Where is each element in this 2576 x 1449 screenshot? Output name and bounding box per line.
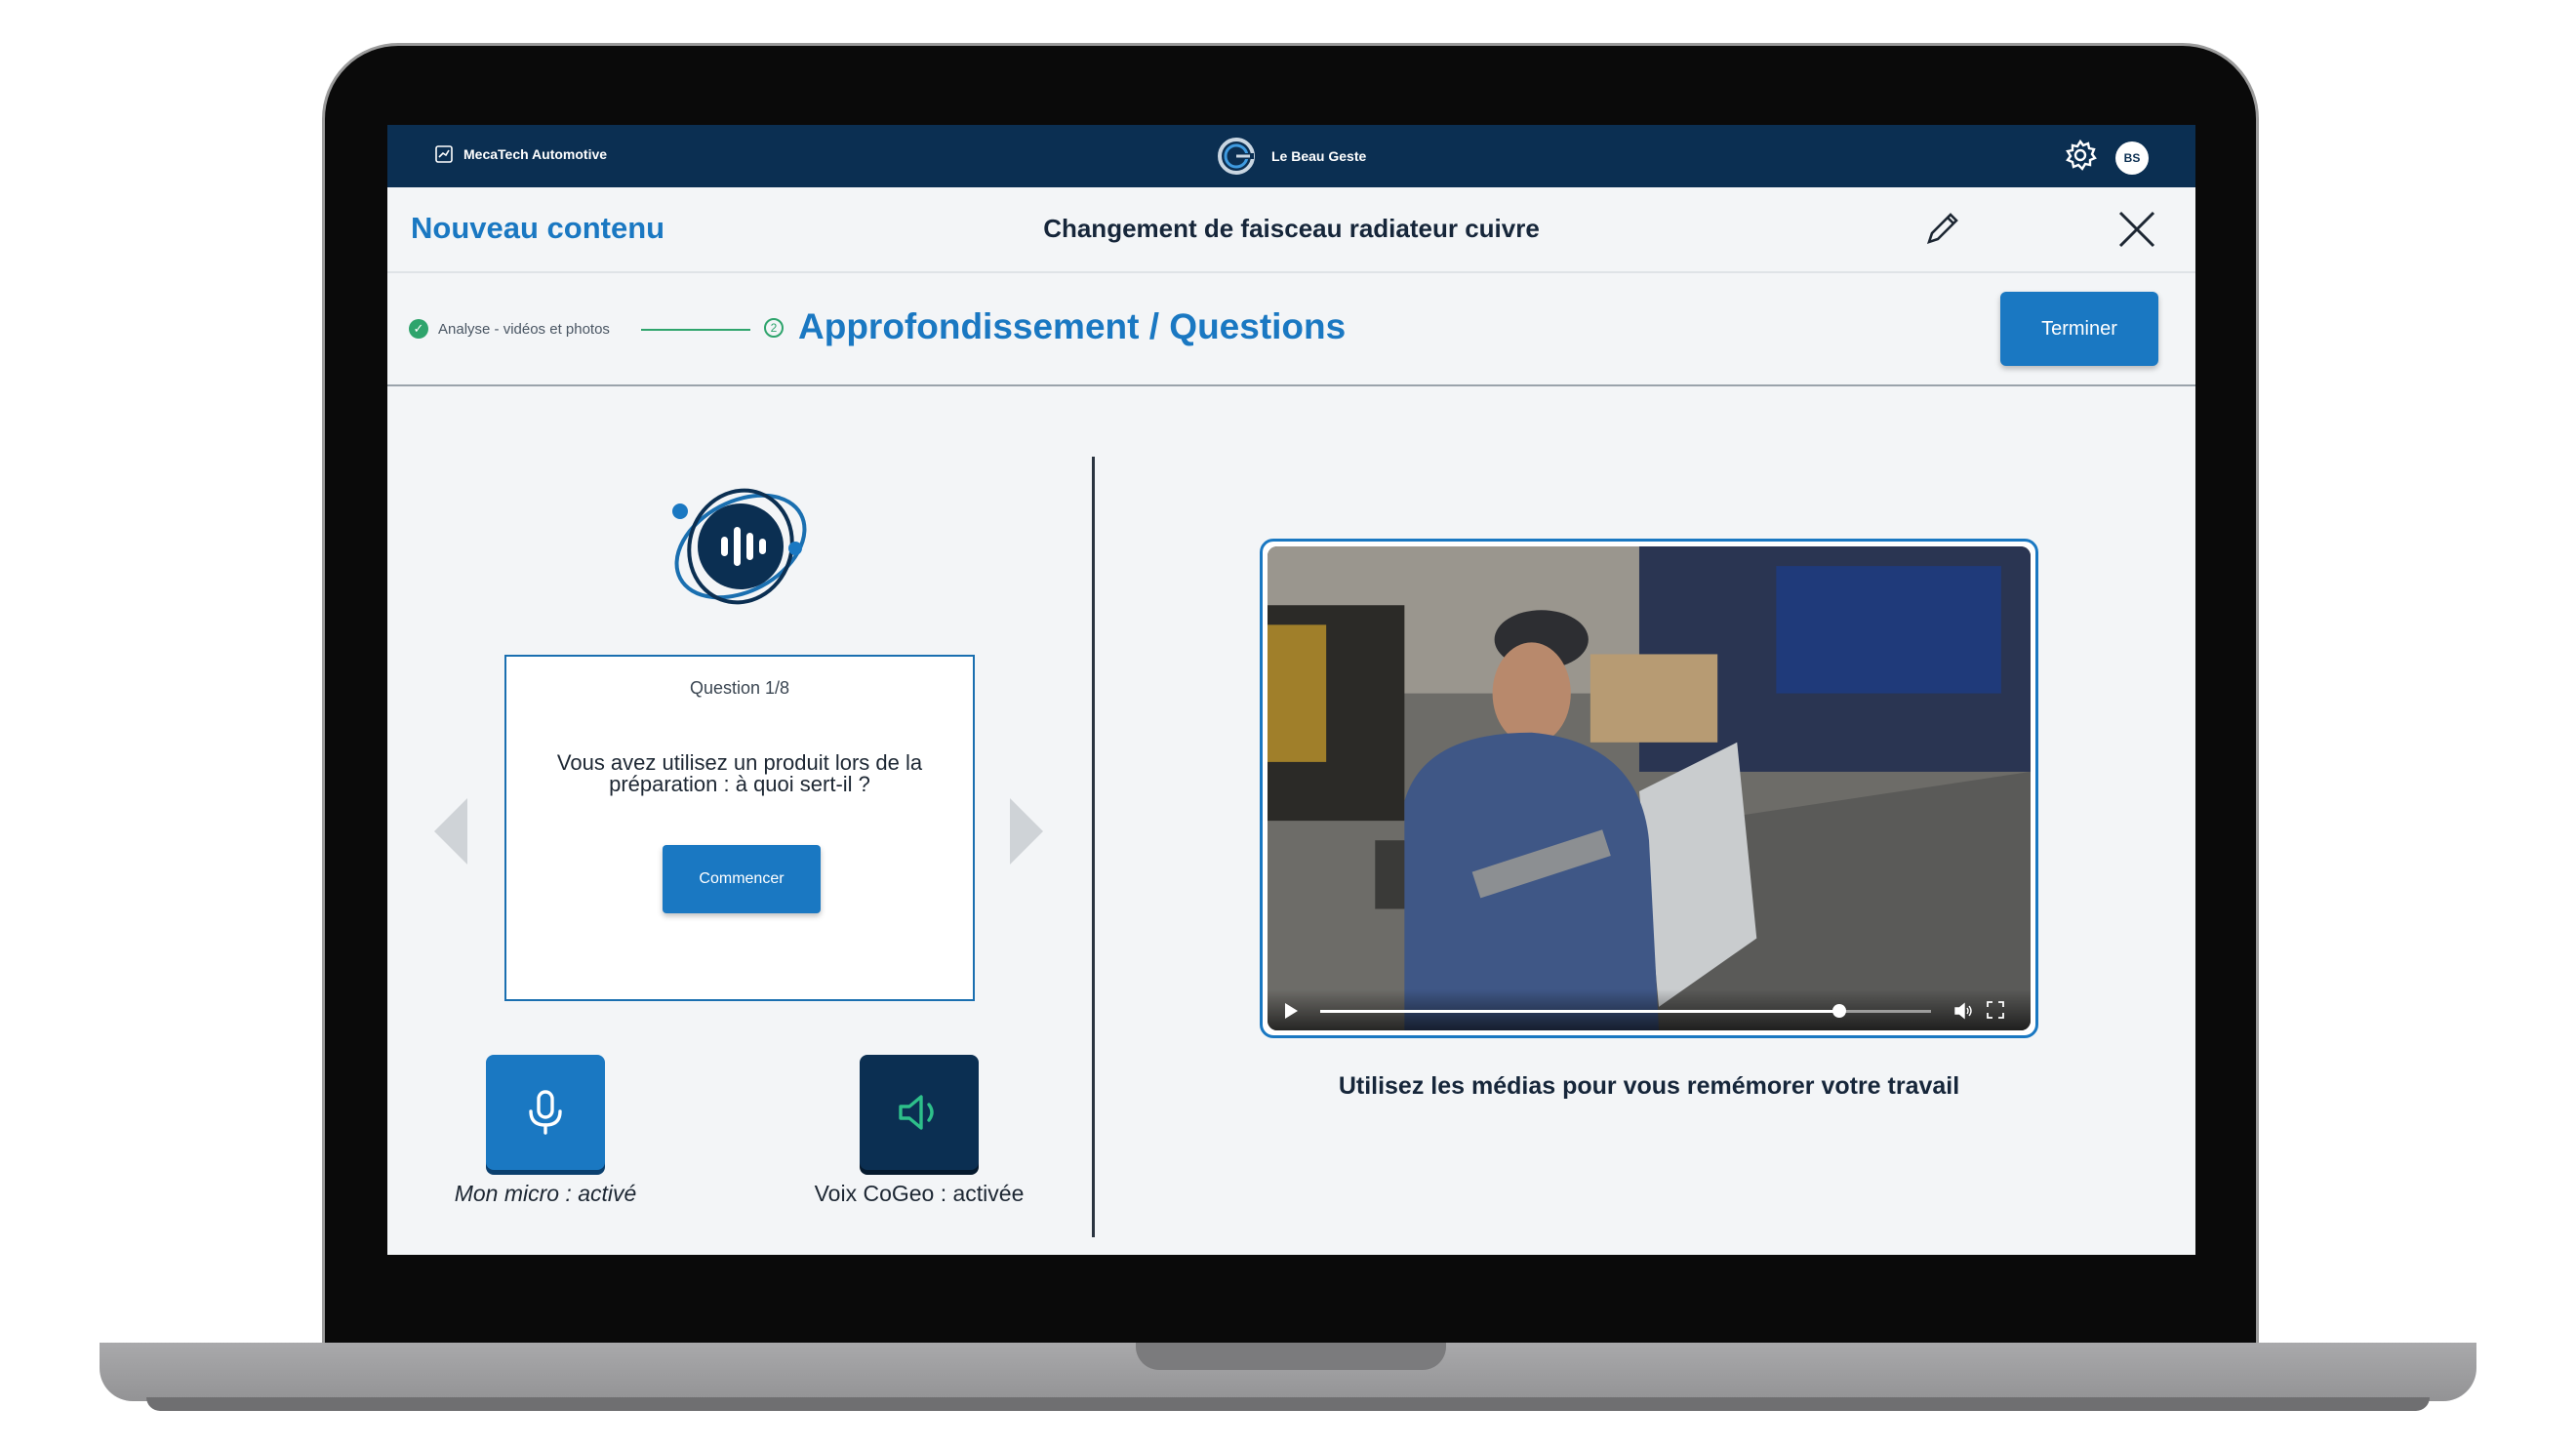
check-icon: ✓	[409, 319, 428, 339]
start-button[interactable]: Commencer	[663, 845, 821, 913]
panel-divider	[1092, 457, 1095, 1237]
voice-status-label: Voix CoGeo : activée	[814, 1181, 1025, 1206]
question-text: Vous avez utilisez un produit lors de la…	[556, 750, 923, 796]
brand-name: Le Beau Geste	[1271, 148, 1367, 164]
title-bar: Nouveau contenu Changement de faisceau r…	[387, 187, 2195, 273]
video-surface[interactable]	[1268, 546, 2031, 1030]
brand: Le Beau Geste	[1215, 135, 1366, 178]
gear-icon	[2066, 139, 2097, 171]
pencil-icon[interactable]	[1921, 207, 1964, 250]
finish-button[interactable]: Terminer	[2000, 292, 2158, 366]
fullscreen-icon[interactable]	[1987, 1001, 2004, 1019]
seek-bar[interactable]	[1320, 1004, 1931, 1018]
app-screen: MecaTech Automotive Le Beau Geste BS Nou…	[387, 125, 2195, 1255]
chart-icon	[435, 145, 453, 163]
media-caption: Utilisez les médias pour vous remémorer …	[1338, 1072, 1960, 1100]
question-counter: Question 1/8	[689, 678, 790, 698]
mic-status-label: Mon micro : activé	[454, 1181, 637, 1206]
workshop-video-frame	[1268, 546, 2031, 1030]
speaker-icon	[899, 1095, 934, 1130]
volume-icon[interactable]	[1953, 1001, 1973, 1021]
settings-button[interactable]	[2063, 138, 2098, 178]
voice-assistant-icon	[672, 488, 807, 605]
stepper: ✓ Analyse - vidéos et photos 2 Approfond…	[387, 273, 2195, 386]
step-analysis[interactable]: ✓ Analyse - vidéos et photos	[409, 319, 610, 339]
next-question-arrow[interactable]	[1010, 798, 1043, 865]
video-controls	[1268, 989, 2031, 1030]
video-player[interactable]	[1260, 539, 2038, 1038]
mic-toggle-button[interactable]	[486, 1055, 605, 1170]
cogeo-logo	[1218, 138, 1255, 175]
avatar[interactable]: BS	[2115, 141, 2149, 175]
top-right-actions: BS	[2063, 138, 2149, 178]
seek-bar-progress	[1320, 1010, 1840, 1013]
laptop-notch	[1136, 1343, 1446, 1370]
voice-toggle-button[interactable]	[860, 1055, 979, 1170]
previous-question-arrow[interactable]	[434, 798, 467, 865]
step-number: 2	[764, 318, 784, 338]
top-bar: MecaTech Automotive Le Beau Geste BS	[387, 125, 2195, 187]
laptop-base-foot	[146, 1397, 2430, 1411]
step-current-label: Approfondissement / Questions	[798, 306, 1347, 346]
play-icon[interactable]	[1285, 1003, 1298, 1019]
question-card: Question 1/8 Vous avez utilisez un produ…	[504, 655, 975, 1001]
close-icon[interactable]	[2114, 207, 2159, 252]
organization: MecaTech Automotive	[434, 144, 607, 164]
microphone-icon	[529, 1090, 562, 1135]
step-analysis-label: Analyse - vidéos et photos	[438, 320, 610, 338]
step-connector	[641, 329, 750, 331]
organization-name: MecaTech Automotive	[463, 146, 608, 162]
seek-bar-handle[interactable]	[1832, 1004, 1847, 1018]
